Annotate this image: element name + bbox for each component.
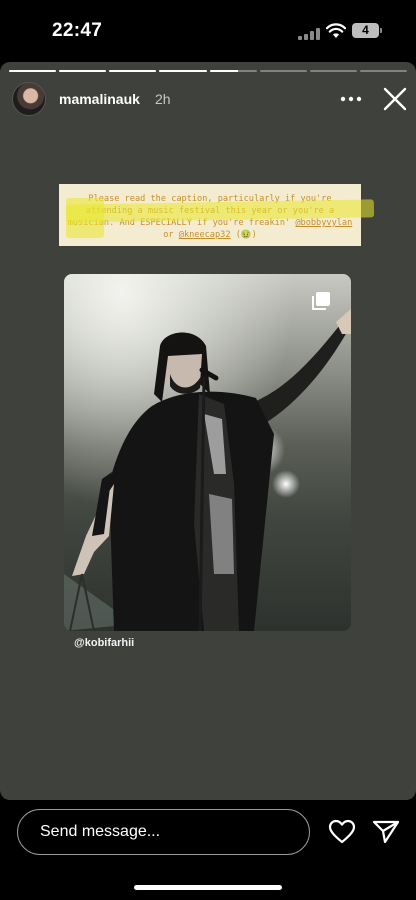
mention-link[interactable]: @kneecap32 — [179, 230, 231, 240]
mention-link[interactable]: @bobbyvylan — [295, 218, 352, 228]
cellular-signal-icon — [298, 28, 320, 40]
story-progress-segment — [209, 70, 257, 72]
story-progress-segment — [309, 70, 357, 72]
photo-credit-mention[interactable]: @kobifarhii — [74, 637, 134, 649]
story-progress-fill — [159, 70, 207, 72]
story-progress-segment — [109, 70, 157, 72]
post-age: 2h — [155, 91, 171, 107]
avatar[interactable] — [12, 82, 46, 116]
caption-emoji: (🤢) — [230, 230, 257, 240]
shared-post-photo[interactable] — [64, 274, 351, 631]
story-progress-segment — [59, 70, 107, 72]
send-paper-plane-icon[interactable] — [372, 819, 400, 845]
story-progress-segment — [259, 70, 307, 72]
close-icon[interactable] — [382, 86, 408, 112]
concert-performer-image — [64, 274, 351, 631]
story-progress-segment — [359, 70, 407, 72]
story-progress-fill — [9, 70, 57, 72]
story-progress-bar — [9, 70, 407, 73]
username[interactable]: mamalinauk — [59, 91, 140, 107]
story-progress-segment — [9, 70, 57, 72]
battery-indicator: 4 — [352, 23, 379, 38]
story-progress-fill — [109, 70, 157, 72]
story-progress-segment — [159, 70, 207, 72]
caption-connector: or — [163, 230, 179, 240]
multiple-posts-icon — [312, 292, 330, 310]
status-time: 22:47 — [52, 20, 103, 41]
status-bar: 22:47 4 — [0, 0, 416, 62]
story-progress-fill — [209, 70, 238, 72]
story-header: mamalinauk 2h — [12, 82, 408, 116]
heart-icon[interactable] — [328, 819, 356, 845]
send-message-input[interactable]: Send message... — [17, 809, 310, 855]
wifi-icon — [326, 23, 346, 38]
story-progress-fill — [59, 70, 107, 72]
story-card[interactable]: mamalinauk 2h Please read the caption, p… — [0, 62, 416, 800]
battery-nub — [380, 28, 382, 33]
more-horizontal-icon[interactable] — [338, 89, 364, 109]
highlighter-stroke — [66, 198, 104, 238]
home-indicator — [134, 885, 282, 890]
